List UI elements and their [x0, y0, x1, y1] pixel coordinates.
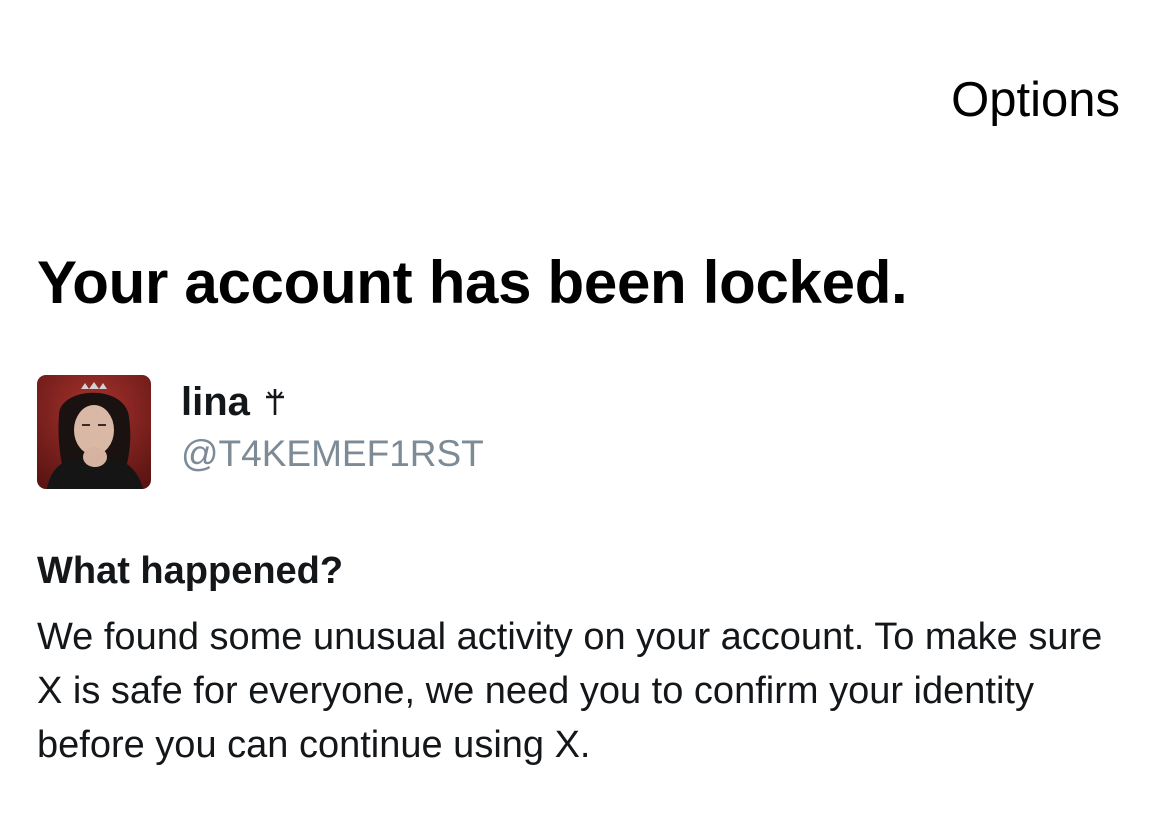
section-heading: What happened?: [37, 550, 344, 592]
page-title: Your account has been locked.: [37, 249, 908, 316]
user-card: lina @T4KEMEF1RST: [37, 375, 484, 489]
cross-icon: [264, 377, 286, 427]
avatar: [37, 375, 151, 489]
body-text: We found some unusual activity on your a…: [37, 616, 1103, 766]
options-button[interactable]: Options: [951, 70, 1120, 130]
display-name: lina: [181, 380, 250, 424]
user-names: lina @T4KEMEF1RST: [181, 375, 484, 477]
username: @T4KEMEF1RST: [181, 433, 484, 474]
display-name-row: lina: [181, 377, 484, 427]
